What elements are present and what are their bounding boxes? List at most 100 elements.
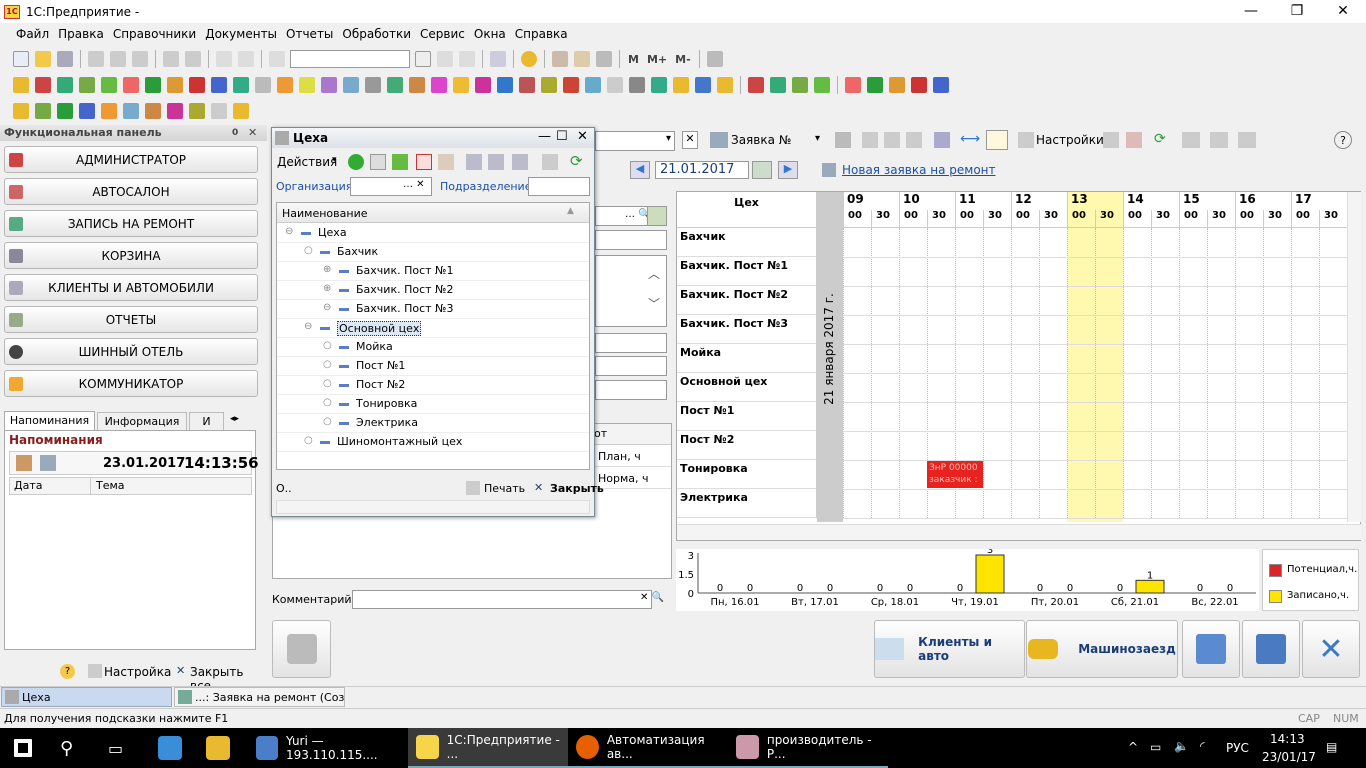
tree-row[interactable]: ⊕ Бахчик. Пост №1 bbox=[277, 262, 589, 281]
doc-tool-icon-6[interactable] bbox=[123, 77, 139, 93]
tree-expander-icon[interactable]: ○ bbox=[323, 340, 332, 351]
shop-row-label[interactable]: Основной цех bbox=[677, 373, 817, 402]
users-icon[interactable] bbox=[596, 51, 612, 67]
doc-tool-icon-13[interactable] bbox=[277, 77, 293, 93]
settings-button[interactable]: Настройки bbox=[1036, 133, 1104, 147]
order-select[interactable] bbox=[595, 131, 675, 151]
filter-icon-t[interactable] bbox=[466, 154, 482, 170]
actions-arrow-icon[interactable]: ▾ bbox=[332, 155, 337, 165]
clock-date[interactable]: 23/01/17 bbox=[1262, 750, 1316, 764]
print-big-button[interactable] bbox=[272, 620, 331, 678]
schedule-hscroll[interactable] bbox=[677, 524, 1361, 540]
print-icon[interactable] bbox=[163, 51, 179, 67]
doc-tool-icon-18[interactable] bbox=[387, 77, 403, 93]
extra-tool-icon-11[interactable] bbox=[233, 103, 249, 119]
doc-tool-icon-36[interactable] bbox=[792, 77, 808, 93]
save-icon[interactable] bbox=[57, 51, 73, 67]
add-client-icon[interactable] bbox=[647, 206, 667, 226]
doc-tool-icon-14[interactable] bbox=[299, 77, 315, 93]
order-number-arrow-icon[interactable]: ▾ bbox=[815, 133, 820, 144]
schedule-event[interactable]: ЗнР 00000 заказчик : bbox=[927, 461, 983, 488]
taskbar-firefox[interactable]: Автоматизация ав... bbox=[568, 728, 728, 768]
taskbar-paint[interactable]: производитель - Р... bbox=[728, 728, 888, 768]
doc-tool-icon-28[interactable] bbox=[607, 77, 623, 93]
help-icon[interactable]: ? bbox=[60, 664, 75, 679]
doc-tool-icon-9[interactable] bbox=[189, 77, 205, 93]
explorer-app-icon[interactable] bbox=[150, 728, 190, 768]
doc-tool-icon-7[interactable] bbox=[145, 77, 161, 93]
tsekha-close[interactable]: ✕ bbox=[577, 129, 588, 144]
menu-file[interactable]: Файл bbox=[16, 27, 49, 41]
menu-processing[interactable]: Обработки bbox=[342, 27, 411, 41]
tree-row[interactable]: ⊕ Бахчик. Пост №2 bbox=[277, 281, 589, 300]
add-icon[interactable] bbox=[348, 154, 364, 170]
nav-basket-button[interactable]: КОРЗИНА bbox=[4, 242, 258, 269]
doc-tool-icon-24[interactable] bbox=[519, 77, 535, 93]
filter2-icon-t[interactable] bbox=[488, 154, 504, 170]
doc-tool-icon-16[interactable] bbox=[343, 77, 359, 93]
master-field[interactable] bbox=[595, 380, 667, 400]
tree-expander-icon[interactable]: ○ bbox=[323, 397, 332, 408]
volume-icon[interactable]: 🔈 bbox=[1174, 739, 1189, 753]
maximize-button[interactable]: ❐ bbox=[1274, 0, 1320, 23]
calendar-icon[interactable] bbox=[574, 51, 590, 67]
tree-expander-icon[interactable]: ○ bbox=[304, 245, 313, 256]
search-taskbar-icon[interactable]: ⚲ bbox=[52, 728, 92, 768]
extra-tool-icon-9[interactable] bbox=[189, 103, 205, 119]
nav-communicator-button[interactable]: КОММУНИКАТОР bbox=[4, 370, 258, 397]
search-input[interactable] bbox=[290, 50, 410, 68]
doc-tool-icon-29[interactable] bbox=[629, 77, 645, 93]
shop-row-label[interactable]: Бахчик. Пост №1 bbox=[677, 257, 817, 286]
info-icon[interactable] bbox=[521, 51, 537, 67]
date-next-icon[interactable]: ▶ bbox=[778, 161, 798, 179]
doc-tool-icon-30[interactable] bbox=[651, 77, 667, 93]
org-buttons[interactable]: … ✕ bbox=[403, 179, 425, 190]
order-pick-icon[interactable] bbox=[710, 132, 728, 148]
menu-catalogs[interactable]: Справочники bbox=[113, 27, 196, 41]
tsekha-maximize[interactable]: ☐ bbox=[556, 129, 568, 144]
folder-app-icon[interactable] bbox=[198, 728, 238, 768]
tsekha-minimize[interactable]: — bbox=[538, 129, 551, 144]
tray-chevron-icon[interactable]: ^ bbox=[1128, 740, 1138, 754]
list-icon[interactable] bbox=[835, 132, 851, 148]
status-select[interactable] bbox=[595, 333, 667, 353]
extra-tool-icon-4[interactable] bbox=[79, 103, 95, 119]
doc-tool-icon-42[interactable] bbox=[933, 77, 949, 93]
find-next-icon[interactable] bbox=[437, 51, 453, 67]
doc-tool-icon-1[interactable] bbox=[13, 77, 29, 93]
doc-tool-icon-35[interactable] bbox=[770, 77, 786, 93]
car-arrival-button[interactable]: Машинозаезд bbox=[1026, 620, 1178, 678]
close-window-button[interactable]: Закрыть bbox=[550, 482, 604, 495]
shop-row-label[interactable]: Бахчик. Пост №3 bbox=[677, 315, 817, 344]
nav-repair-button[interactable]: ЗАПИСЬ НА РЕМОНТ bbox=[4, 210, 258, 237]
menu-windows[interactable]: Окна bbox=[474, 27, 506, 41]
doc-tool-icon-27[interactable] bbox=[585, 77, 601, 93]
nav-clients-button[interactable]: КЛИЕНТЫ И АВТОМОБИЛИ bbox=[4, 274, 258, 301]
doc-tool-icon-11[interactable] bbox=[233, 77, 249, 93]
doc-tool-icon-32[interactable] bbox=[695, 77, 711, 93]
shop-row-label[interactable]: Электрика bbox=[677, 489, 817, 518]
col-theme-header[interactable]: Тема bbox=[96, 479, 125, 492]
tree-row[interactable]: ○ Шиномонтажный цех bbox=[277, 433, 589, 452]
doc-tool-icon-26[interactable] bbox=[563, 77, 579, 93]
shop-row-label[interactable]: Пост №2 bbox=[677, 431, 817, 460]
nav-tire-hotel-button[interactable]: ШИННЫЙ ОТЕЛЬ bbox=[4, 338, 258, 365]
tree-row[interactable]: ○ Мойка bbox=[277, 338, 589, 357]
tree-row[interactable]: ○ Пост №1 bbox=[277, 357, 589, 376]
shop-row-label[interactable]: Бахчик. Пост №2 bbox=[677, 286, 817, 315]
tools-icon[interactable] bbox=[706, 51, 723, 67]
network-icon[interactable]: ◜ bbox=[1200, 739, 1205, 753]
paste-icon-2[interactable] bbox=[906, 132, 922, 148]
menu-reports[interactable]: Отчеты bbox=[286, 27, 333, 41]
tree-row[interactable]: ○ Бахчик bbox=[277, 243, 589, 262]
tree-row[interactable]: ○ Пост №2 bbox=[277, 376, 589, 395]
doc-tool-icon-23[interactable] bbox=[497, 77, 513, 93]
tsekha-hscroll[interactable] bbox=[276, 500, 590, 514]
col-norm-header[interactable]: Норма, ч bbox=[594, 469, 671, 489]
tab-reminders[interactable]: Напоминания bbox=[4, 411, 95, 431]
col-date-header[interactable]: Дата bbox=[14, 479, 42, 492]
tree-expander-icon[interactable]: ⊖ bbox=[323, 302, 331, 313]
copy-icon-2[interactable] bbox=[884, 132, 900, 148]
swap-icon[interactable]: ⟷ bbox=[960, 131, 980, 147]
filter-icon[interactable] bbox=[1103, 132, 1119, 148]
